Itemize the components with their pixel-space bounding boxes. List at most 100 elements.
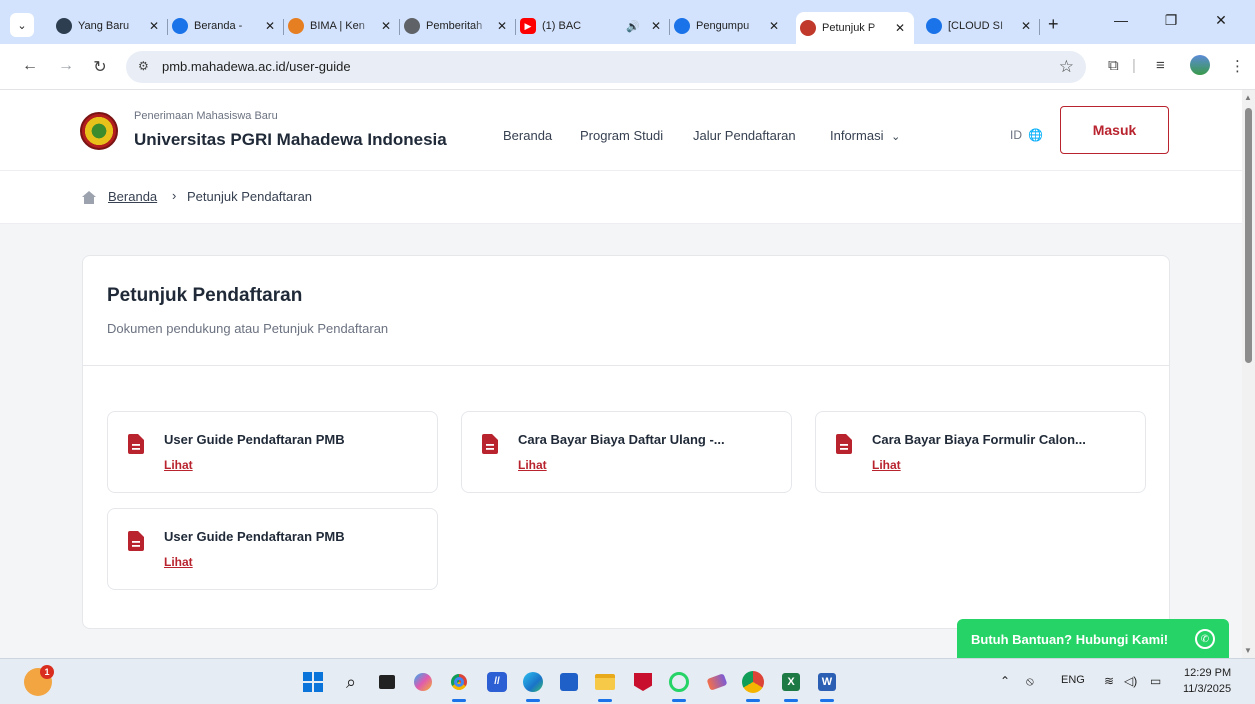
view-link[interactable]: Lihat	[518, 458, 547, 472]
document-item[interactable]: User Guide Pendaftaran PMB Lihat	[107, 508, 438, 590]
minimize-icon[interactable]: —	[1106, 12, 1136, 36]
system-clock[interactable]: 12:29 PM 11/3/2025	[1183, 665, 1231, 697]
store-icon[interactable]	[554, 667, 584, 697]
location-off-icon[interactable]: ⦸	[1026, 674, 1034, 689]
close-tab-icon[interactable]: ✕	[378, 19, 394, 33]
address-bar[interactable]: ⚙ pmb.mahadewa.ac.id/user-guide ☆	[126, 51, 1086, 83]
drive-icon	[926, 18, 942, 34]
site-settings-icon[interactable]: ⚙	[138, 59, 149, 73]
more-menu-icon[interactable]: ⋮	[1230, 57, 1245, 75]
close-tab-icon[interactable]: ✕	[262, 19, 278, 33]
audio-playing-icon[interactable]: 🔊	[626, 20, 640, 33]
document-item[interactable]: Cara Bayar Biaya Formulir Calon... Lihat	[815, 411, 1146, 493]
drive-icon	[674, 18, 690, 34]
browser-tab[interactable]: Pemberitah ✕	[400, 12, 516, 40]
search-icon[interactable]: ⌕	[336, 667, 366, 697]
volume-icon[interactable]: ◁)	[1124, 674, 1137, 688]
forward-icon[interactable]: →	[56, 57, 76, 75]
bookmark-star-icon[interactable]: ☆	[1059, 57, 1074, 77]
page-scrollbar[interactable]: ▲ ▼	[1242, 90, 1255, 658]
app-icon[interactable]: //	[482, 667, 512, 697]
chrome-taskbar-icon[interactable]	[444, 667, 474, 702]
close-tab-icon[interactable]: ✕	[1018, 19, 1034, 33]
breadcrumb-current: Petunjuk Pendaftaran	[187, 189, 313, 204]
reading-list-icon[interactable]: ≡	[1156, 57, 1165, 74]
globe-icon	[404, 18, 420, 34]
close-tab-icon[interactable]: ✕	[146, 19, 162, 33]
weather-widget-icon[interactable]: 1	[24, 665, 54, 696]
edge-icon[interactable]	[518, 667, 548, 702]
close-tab-icon[interactable]: ✕	[766, 19, 782, 33]
file-document-icon	[128, 531, 144, 551]
close-window-icon[interactable]: ✕	[1206, 12, 1236, 36]
document-item[interactable]: User Guide Pendaftaran PMB Lihat	[107, 411, 438, 493]
wifi-icon[interactable]: ≋	[1104, 674, 1114, 688]
view-link[interactable]: Lihat	[164, 458, 193, 472]
url-text[interactable]: pmb.mahadewa.ac.id/user-guide	[162, 59, 351, 74]
whatsapp-help-button[interactable]: Butuh Bantuan? Hubungi Kami! ✆	[957, 619, 1229, 658]
file-document-icon	[836, 434, 852, 454]
nav-program-studi[interactable]: Program Studi	[580, 128, 663, 143]
close-tab-icon[interactable]: ✕	[494, 19, 510, 33]
view-link[interactable]: Lihat	[872, 458, 901, 472]
nav-informasi[interactable]: Informasi ⌄	[830, 128, 900, 143]
home-icon	[82, 191, 96, 204]
scroll-down-icon[interactable]: ▼	[1244, 646, 1252, 655]
scroll-up-icon[interactable]: ▲	[1244, 93, 1252, 102]
browser-tab[interactable]: [CLOUD SI ✕	[922, 12, 1040, 40]
file-document-icon	[128, 434, 144, 454]
document-name: Cara Bayar Biaya Daftar Ulang -...	[518, 432, 725, 447]
address-toolbar: ← → ↻ ⚙ pmb.mahadewa.ac.id/user-guide ☆ …	[0, 44, 1255, 90]
tab-favicon-icon	[288, 18, 304, 34]
close-tab-icon[interactable]: ✕	[648, 19, 664, 33]
battery-icon[interactable]: ▭	[1150, 674, 1161, 688]
document-item[interactable]: Cara Bayar Biaya Daftar Ulang -... Lihat	[461, 411, 792, 493]
document-name: User Guide Pendaftaran PMB	[164, 529, 345, 544]
browser-tab[interactable]: Beranda - ✕	[168, 12, 284, 40]
tab-favicon-icon	[800, 20, 816, 36]
scrollbar-thumb[interactable]	[1245, 108, 1252, 363]
browser-tab[interactable]: BIMA | Ken ✕	[284, 12, 400, 40]
input-language[interactable]: ENG	[1061, 674, 1085, 686]
file-explorer-icon[interactable]	[590, 667, 620, 702]
nav-jalur-pendaftaran[interactable]: Jalur Pendaftaran	[693, 128, 796, 143]
nav-beranda[interactable]: Beranda	[503, 128, 552, 143]
chevron-down-icon: ⌄	[17, 19, 27, 32]
taskbar: 1 ⌕ // X W ⌃ ⦸ ENG ≋ ◁) ▭ 12:29 PM 11/3/…	[0, 658, 1255, 704]
profile-avatar-icon[interactable]	[1190, 55, 1210, 75]
tab-favicon-icon	[56, 18, 72, 34]
task-view-icon[interactable]	[372, 667, 402, 697]
university-logo[interactable]	[80, 112, 118, 150]
browser-tab[interactable]: Pengumpu ✕	[670, 12, 788, 40]
browser-tab-active[interactable]: Petunjuk P ✕	[796, 12, 914, 44]
back-icon[interactable]: ←	[20, 57, 40, 75]
page-subtitle: Dokumen pendukung atau Petunjuk Pendafta…	[107, 321, 389, 336]
excel-icon[interactable]: X	[776, 667, 806, 702]
restore-icon[interactable]: ❐	[1156, 12, 1186, 36]
breadcrumb-separator: ›	[172, 188, 177, 203]
mcafee-icon[interactable]	[628, 667, 658, 697]
chrome-profile-icon[interactable]	[738, 667, 768, 702]
browser-tab[interactable]: Yang Baru ✕	[52, 12, 168, 40]
word-icon[interactable]: W	[812, 667, 842, 702]
document-name: Cara Bayar Biaya Formulir Calon...	[872, 432, 1086, 447]
app-icon[interactable]	[702, 667, 732, 697]
language-switcher[interactable]: ID 🌐	[1010, 128, 1043, 142]
windows-start-icon[interactable]	[298, 667, 328, 697]
reload-icon[interactable]: ↻	[90, 57, 110, 77]
copilot-icon[interactable]	[408, 667, 438, 697]
page-title: Petunjuk Pendaftaran	[107, 285, 303, 306]
extensions-icon[interactable]: ⧉	[1108, 57, 1119, 74]
brand-title[interactable]: Universitas PGRI Mahadewa Indonesia	[134, 130, 447, 150]
page-viewport: Penerimaan Mahasiswa Baru Universitas PG…	[0, 90, 1242, 658]
view-link[interactable]: Lihat	[164, 555, 193, 569]
close-tab-icon[interactable]: ✕	[892, 21, 908, 35]
site-header: Penerimaan Mahasiswa Baru Universitas PG…	[0, 90, 1242, 171]
browser-tab[interactable]: ▶ (1) BAC 🔊 ✕	[516, 12, 670, 40]
show-hidden-icons-icon[interactable]: ⌃	[1000, 674, 1010, 688]
breadcrumb-home-link[interactable]: Beranda	[108, 189, 157, 204]
login-button[interactable]: Masuk	[1060, 106, 1169, 154]
new-tab-button[interactable]: +	[1048, 14, 1059, 35]
whatsapp-taskbar-icon[interactable]	[664, 667, 694, 702]
tab-search-button[interactable]: ⌄	[10, 13, 34, 37]
